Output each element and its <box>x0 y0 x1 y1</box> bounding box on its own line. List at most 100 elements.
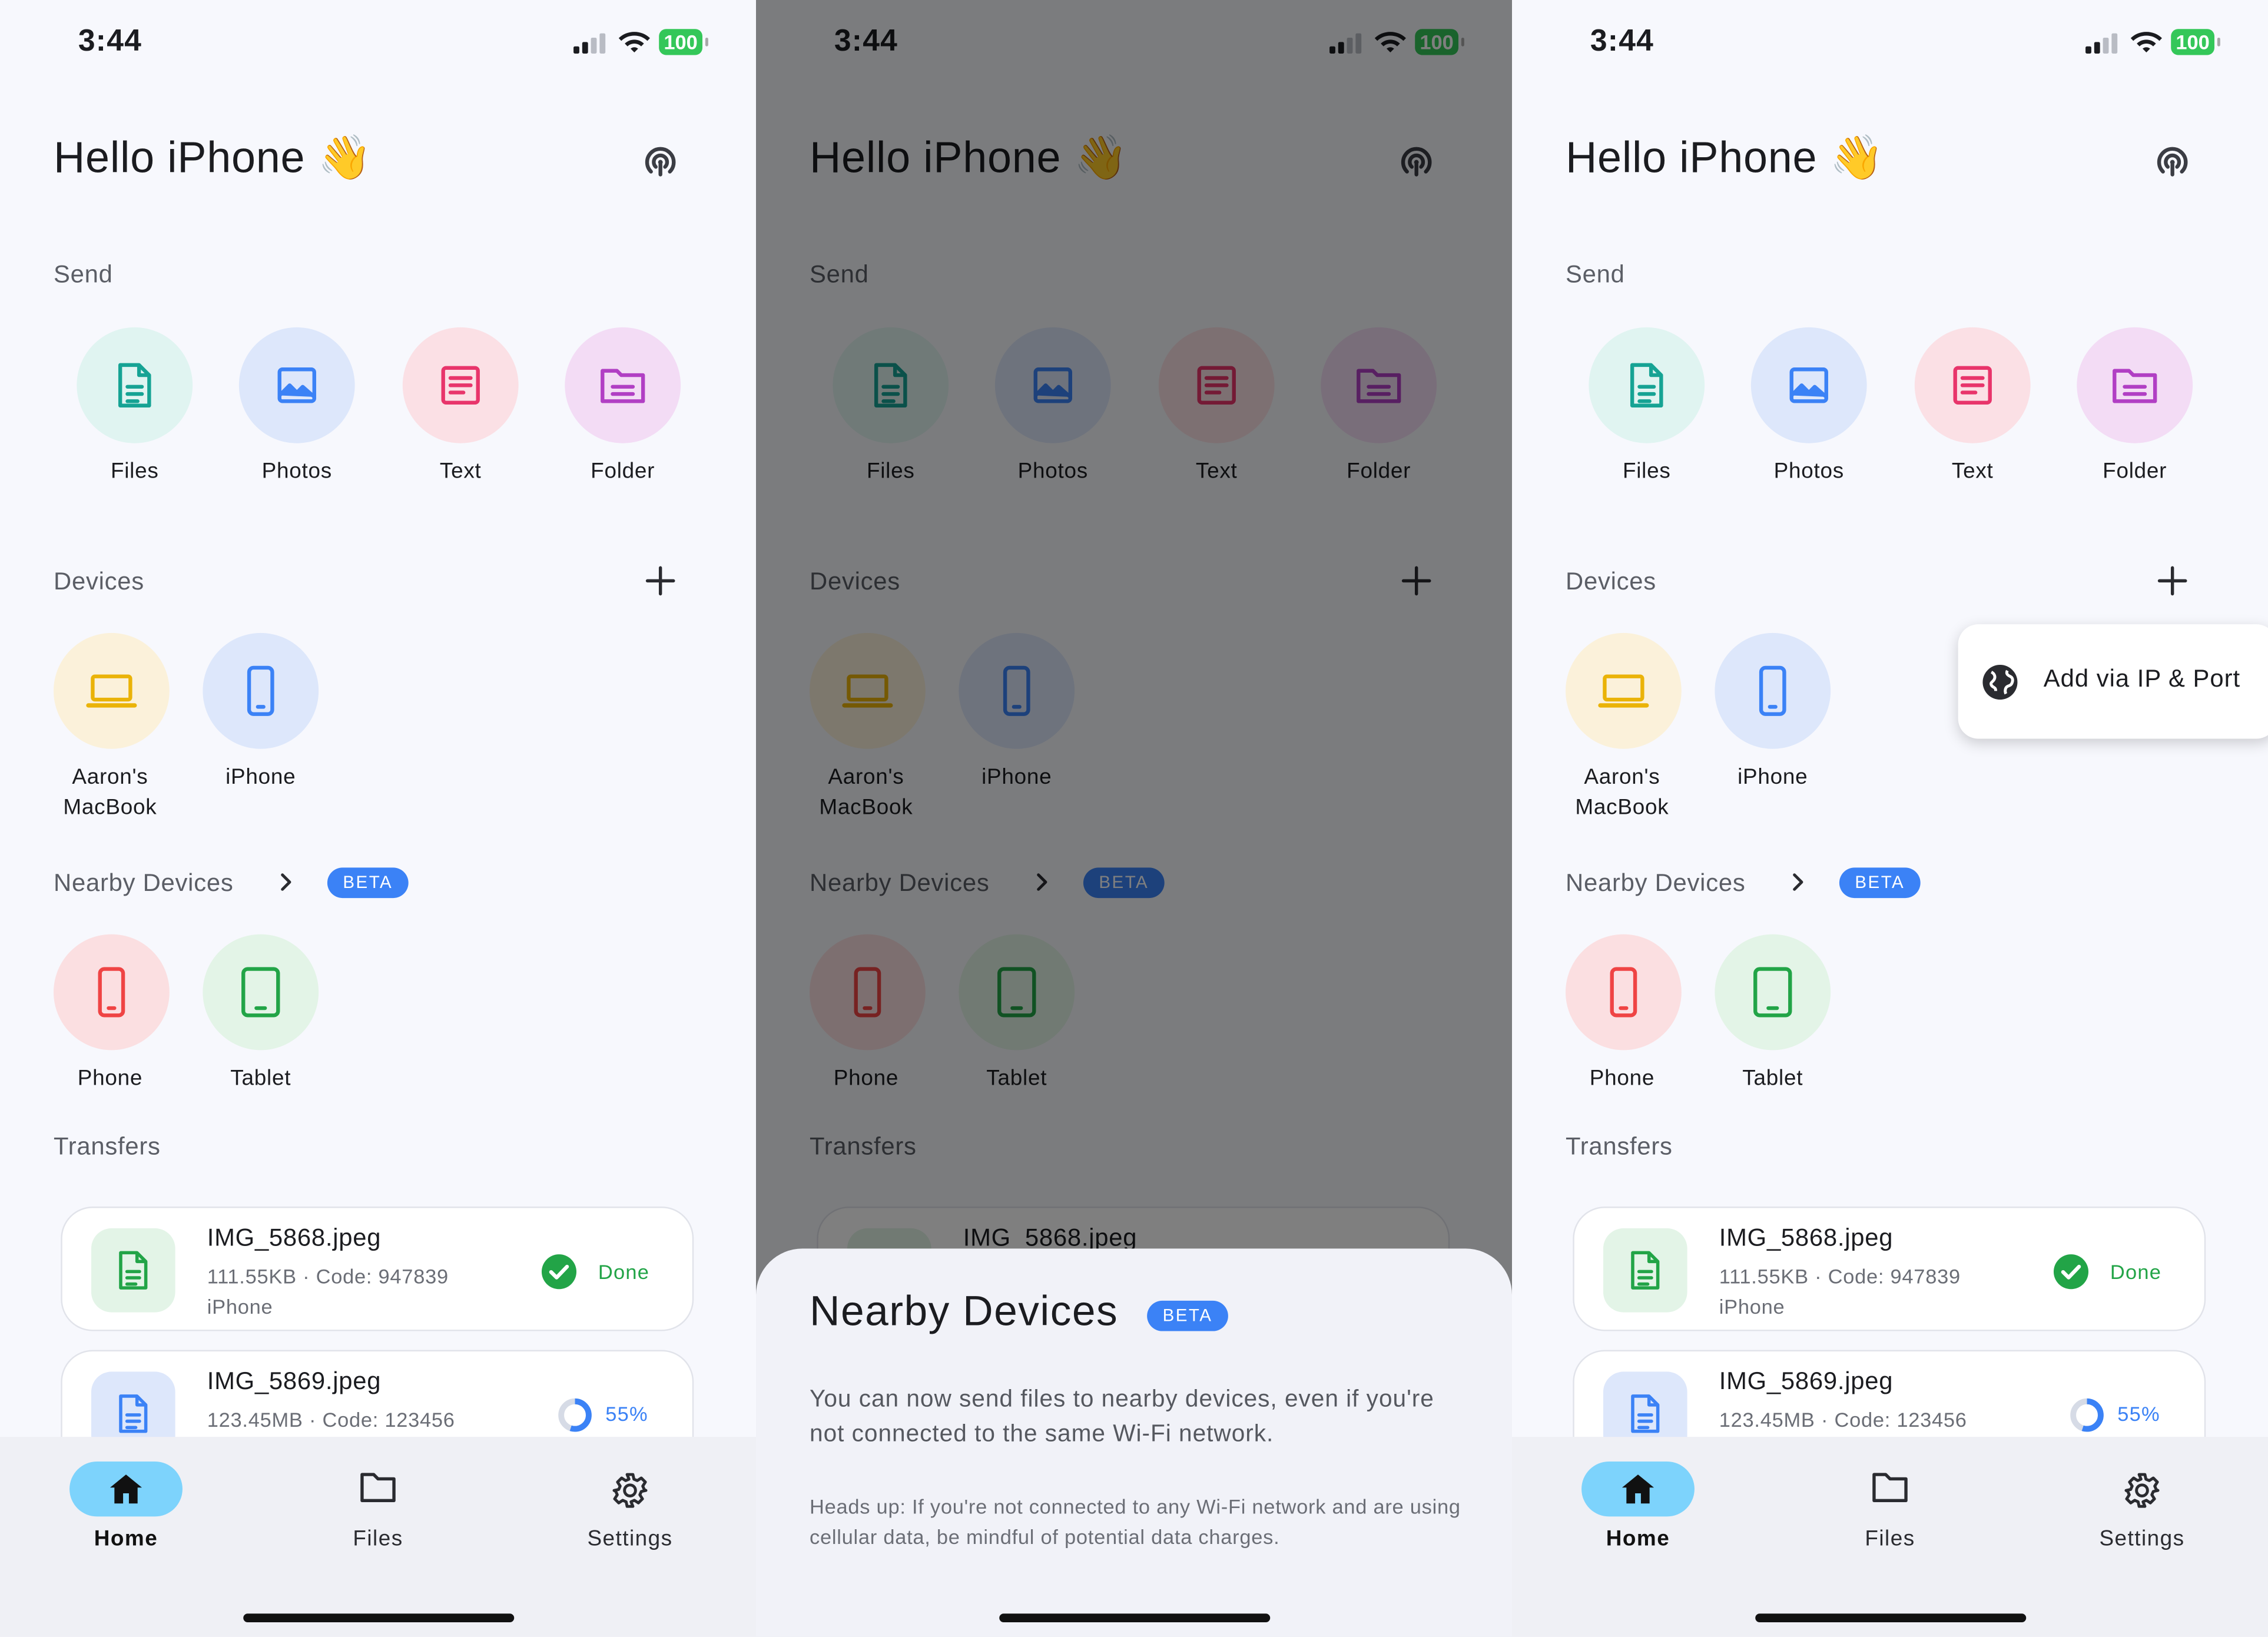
send-text-button[interactable] <box>402 327 519 443</box>
check-circle-icon <box>541 1253 578 1298</box>
nearby-tablet[interactable] <box>203 934 319 1051</box>
add-device-button[interactable] <box>2155 564 2190 605</box>
transfer-status: Done <box>598 1260 650 1284</box>
nav-files-label[interactable]: Files <box>1803 1527 1977 1552</box>
nav-home-label[interactable]: Home <box>1551 1527 1725 1552</box>
chevron-right-icon[interactable] <box>275 869 295 903</box>
text-icon <box>1953 366 1992 405</box>
globe-icon <box>1981 664 2019 708</box>
nearby-phone[interactable] <box>1566 934 1682 1051</box>
chevron-right-icon[interactable] <box>1787 869 1807 903</box>
tablet-icon <box>241 967 280 1018</box>
smartphone-icon <box>1759 665 1786 716</box>
plus-icon <box>2157 566 2187 596</box>
send-files-label: Files <box>1622 459 1671 484</box>
file-icon <box>119 1394 148 1433</box>
nearby-phone-label: Phone <box>77 1066 143 1091</box>
home-icon <box>1622 1474 1654 1504</box>
transfers-section-label: Transfers <box>54 1132 161 1161</box>
device-macbook[interactable] <box>1566 632 1682 749</box>
broadcast-icon[interactable] <box>2149 139 2196 193</box>
send-folder-label: Folder <box>2103 459 2167 484</box>
transfer-device: iPhone <box>207 1295 273 1318</box>
transfer-status: Done <box>2110 1260 2162 1284</box>
transfer-filename: IMG_5868.jpeg <box>1719 1224 1894 1252</box>
wifi-icon <box>2129 28 2164 61</box>
home-indicator <box>243 1613 515 1622</box>
device-macbook[interactable] <box>54 632 170 749</box>
send-folder-label: Folder <box>591 459 655 484</box>
send-photos-label: Photos <box>261 459 332 484</box>
smartphone-icon <box>247 665 274 716</box>
nearby-devices-sheet: Nearby Devices BETA You can now send fil… <box>756 1248 1513 1637</box>
send-photos-button[interactable] <box>238 327 355 443</box>
nav-home-button[interactable] <box>1581 1461 1695 1517</box>
nav-files-label[interactable]: Files <box>291 1527 465 1552</box>
home-indicator <box>999 1613 1271 1622</box>
sheet-note: Heads up: If you're not connected to any… <box>810 1494 1461 1549</box>
add-device-menu: Add via IP & Port <box>1958 624 2268 739</box>
device-macbook-label: Aaron's MacBook <box>1575 764 1669 820</box>
file-icon <box>118 363 151 407</box>
transfer-filename: IMG_5869.jpeg <box>1719 1367 1894 1395</box>
transfer-filename: IMG_5869.jpeg <box>207 1367 382 1395</box>
gear-icon[interactable] <box>2123 1472 2161 1516</box>
devices-section-label: Devices <box>1566 568 1656 595</box>
send-photos-label: Photos <box>1773 459 1844 484</box>
add-device-button[interactable] <box>643 564 678 605</box>
tablet-icon <box>1753 967 1792 1018</box>
send-folder-button[interactable] <box>2077 327 2193 443</box>
home-screen-with-nearby-sheet: 3:44 100 Hello iPhone 👋 Send Files Photo… <box>756 0 1513 1637</box>
send-photos-button[interactable] <box>1750 327 1867 443</box>
nearby-phone[interactable] <box>54 934 170 1051</box>
progress-ring-icon <box>556 1396 594 1441</box>
device-iphone[interactable] <box>1715 632 1831 749</box>
bottom-navigation: Home Files Settings <box>1512 1437 2268 1637</box>
nav-home-label[interactable]: Home <box>39 1527 213 1552</box>
image-icon <box>1789 367 1828 403</box>
nearby-tablet[interactable] <box>1715 934 1831 1051</box>
transfers-section-label: Transfers <box>1566 1132 1673 1161</box>
nav-settings-label[interactable]: Settings <box>2055 1527 2229 1552</box>
battery-indicator: 100 <box>2171 29 2220 55</box>
nearby-section-label[interactable]: Nearby Devices <box>54 869 234 898</box>
file-icon <box>1631 1394 1660 1433</box>
transfer-file-icon-box <box>91 1228 175 1313</box>
broadcast-icon[interactable] <box>637 139 684 193</box>
folder-icon <box>601 369 645 403</box>
transfer-item[interactable]: IMG_5868.jpeg 111.55KB · Code: 947839 iP… <box>61 1207 694 1331</box>
transfer-item[interactable]: IMG_5868.jpeg 111.55KB · Code: 947839 iP… <box>1573 1207 2206 1331</box>
send-text-label: Text <box>1951 459 1994 484</box>
cellular-signal-icon <box>573 33 608 54</box>
transfer-meta: 111.55KB · Code: 947839 <box>1719 1264 1961 1288</box>
progress-ring-icon <box>2068 1396 2106 1441</box>
smartphone-icon <box>1610 967 1637 1018</box>
send-folder-button[interactable] <box>565 327 681 443</box>
send-section-label: Send <box>54 260 113 289</box>
image-icon <box>277 367 316 403</box>
beta-badge: BETA <box>1839 867 1921 899</box>
status-bar: 3:44 100 <box>0 0 756 87</box>
home-indicator <box>1755 1613 2027 1622</box>
device-iphone-label: iPhone <box>226 764 296 790</box>
file-icon <box>1630 363 1663 407</box>
nav-home-button[interactable] <box>69 1461 183 1517</box>
nav-settings-label[interactable]: Settings <box>543 1527 717 1552</box>
send-files-button[interactable] <box>77 327 193 443</box>
nearby-section-label[interactable]: Nearby Devices <box>1566 869 1746 898</box>
add-via-ip-option[interactable]: Add via IP & Port <box>2044 665 2240 694</box>
status-time: 3:44 <box>78 24 142 58</box>
check-circle-icon <box>2053 1253 2090 1298</box>
beta-badge: BETA <box>327 867 409 899</box>
file-icon <box>1631 1251 1660 1290</box>
gear-icon[interactable] <box>611 1472 649 1516</box>
status-bar: 3:44 100 <box>1512 0 2268 87</box>
device-macbook-label: Aaron's MacBook <box>63 764 157 820</box>
folder-icon[interactable] <box>1871 1472 1909 1510</box>
send-files-button[interactable] <box>1589 327 1705 443</box>
device-iphone[interactable] <box>203 632 319 749</box>
send-text-button[interactable] <box>1914 327 2031 443</box>
folder-icon[interactable] <box>359 1472 397 1510</box>
plus-icon <box>645 566 675 596</box>
bottom-navigation: Home Files Settings <box>0 1437 757 1637</box>
